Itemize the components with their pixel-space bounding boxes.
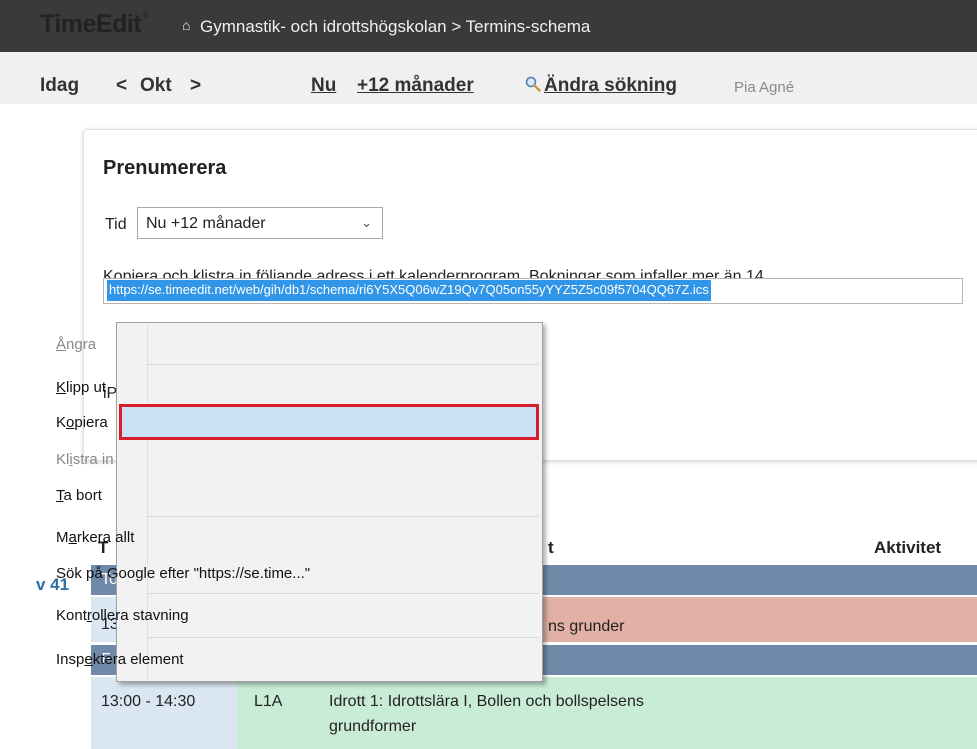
row-activity-cont: grundformer — [329, 718, 417, 735]
menu-item-inspect[interactable]: Inspektera element — [56, 651, 184, 668]
now-link[interactable]: Nu — [311, 75, 336, 97]
search-icon[interactable] — [525, 76, 541, 92]
tid-select[interactable]: Nu +12 månader ⌄ — [137, 207, 383, 239]
activity-cell — [237, 677, 977, 749]
menu-item-undo-label: ngra — [66, 336, 97, 353]
home-icon[interactable]: ⌂ — [182, 17, 190, 33]
menu-item-spellcheck[interactable]: Kontrollera stavning — [56, 607, 189, 624]
menu-item-delete[interactable]: Ta bort — [56, 487, 102, 504]
today-link[interactable]: Idag — [40, 75, 79, 97]
tid-label: Tid — [105, 216, 127, 233]
col-header-activity: Aktivitet — [874, 538, 942, 557]
copy-highlight — [119, 404, 539, 440]
row-time: 13:00 - 14:30 — [101, 693, 196, 710]
menu-separator — [148, 637, 539, 638]
change-search-link[interactable]: Ändra sökning — [544, 75, 677, 97]
menu-separator — [148, 364, 539, 365]
next-month-button[interactable]: > — [190, 75, 201, 97]
chevron-down-icon: ⌄ — [361, 215, 372, 230]
table-row[interactable] — [91, 677, 977, 749]
prev-month-button[interactable]: < — [116, 75, 127, 97]
menu-separator — [148, 593, 539, 594]
menu-item-cut[interactable]: Klipp ut — [56, 379, 106, 396]
row-activity: Idrott 1: Idrottslära I, Bollen och boll… — [329, 693, 644, 710]
timeedit-logo[interactable]: TimeEdit® — [40, 10, 149, 39]
col-header-partial: t — [548, 538, 554, 557]
menu-item-search-google[interactable]: Sök på Google efter "https://se.time..." — [56, 565, 310, 582]
ics-url-selected-text[interactable]: https://se.timeedit.net/web/gih/db1/sche… — [107, 280, 711, 301]
time-cell — [91, 677, 237, 749]
menu-item-undo[interactable]: Ångra — [56, 336, 96, 353]
row-group: L1A — [254, 693, 283, 710]
row-activity: ns grunder — [548, 618, 625, 635]
menu-item-copy[interactable]: Kopiera — [56, 414, 108, 431]
context-menu — [116, 322, 543, 682]
menu-item-paste[interactable]: Klistra in — [56, 451, 114, 468]
menu-item-select-all[interactable]: Markera allt — [56, 529, 134, 546]
tid-select-value: Nu +12 månader — [146, 215, 266, 232]
month-label: Okt — [140, 75, 172, 96]
user-name: Pia Agné — [734, 79, 795, 96]
menu-gutter — [147, 325, 148, 679]
range-link[interactable]: +12 månader — [357, 75, 474, 97]
breadcrumb[interactable]: Gymnastik- och idrottshögskolan > Termin… — [200, 17, 590, 37]
panel-title: Prenumerera — [103, 157, 227, 179]
menu-separator — [148, 516, 539, 517]
